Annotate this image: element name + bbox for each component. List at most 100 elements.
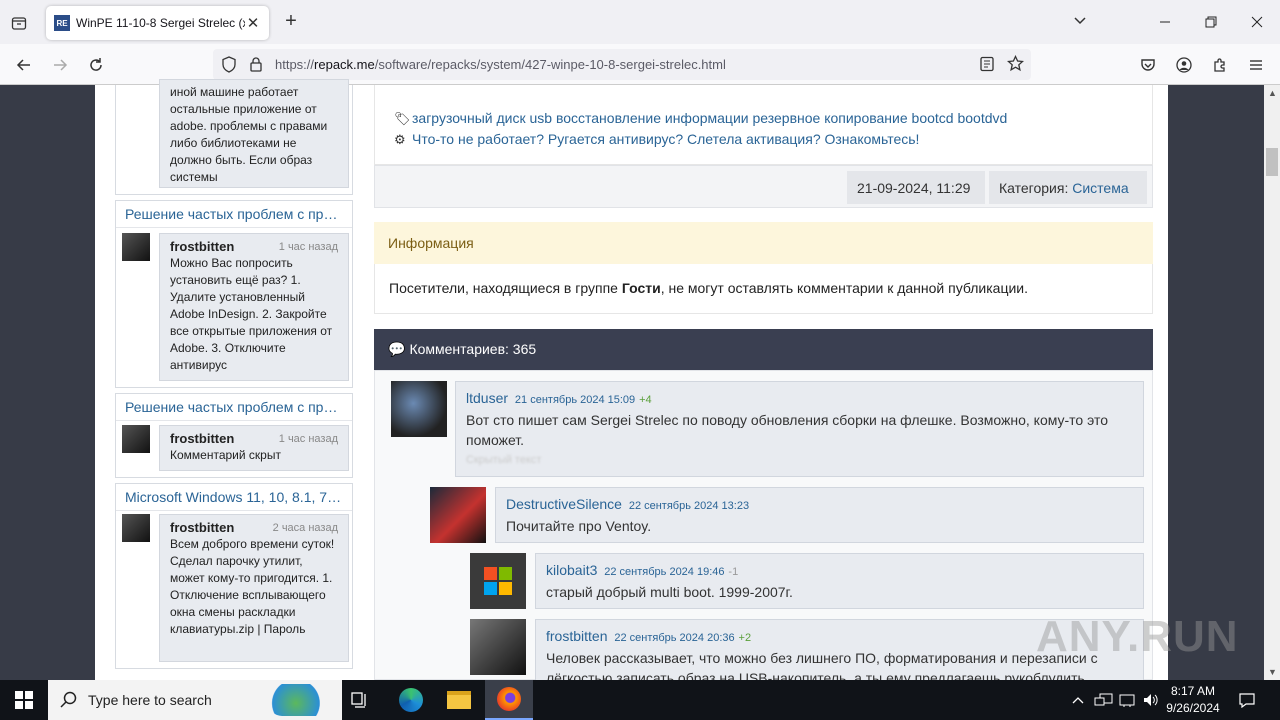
sidebar-comment-card: иной машине работает остальные приложени… bbox=[115, 79, 353, 195]
avatar[interactable] bbox=[470, 619, 526, 675]
avatar[interactable] bbox=[122, 233, 150, 261]
sidebar-comment-text: Комментарий скрыт bbox=[170, 448, 281, 462]
sidebar-comment-bubble: frostbitten 1 час назад Можно Вас попрос… bbox=[159, 233, 349, 381]
volume-icon[interactable] bbox=[1142, 680, 1160, 720]
info-group: Гости bbox=[621, 280, 661, 296]
comment-item: DestructiveSilence 22 сентябрь 2024 13:2… bbox=[495, 487, 1144, 543]
taskbar-search[interactable]: Type here to search bbox=[48, 680, 342, 720]
reload-icon[interactable] bbox=[83, 52, 109, 78]
sidebar-comment-text: Всем доброго времени суток! Сделал пароч… bbox=[170, 537, 335, 636]
tracking-shield-icon[interactable] bbox=[221, 56, 237, 76]
browser-tab-active[interactable]: RE WinPE 11-10-8 Sergei Strelec (x ✕ bbox=[46, 6, 269, 40]
comment-text: Почитайте про Ventoy. bbox=[506, 518, 652, 534]
pocket-icon[interactable] bbox=[1135, 52, 1161, 78]
extensions-icon[interactable] bbox=[1207, 52, 1233, 78]
avatar[interactable] bbox=[391, 381, 447, 437]
tab-title: WinPE 11-10-8 Sergei Strelec (x bbox=[76, 16, 245, 30]
comments-header: 💬 Комментариев: 365 bbox=[374, 329, 1153, 370]
scrollbar-thumb[interactable] bbox=[1266, 148, 1278, 176]
comment-user[interactable]: DestructiveSilence bbox=[506, 496, 622, 512]
anyrun-watermark: ANY.RUN bbox=[1036, 612, 1239, 661]
hidden-text-toggle[interactable]: Скрытый текст bbox=[466, 450, 1133, 470]
address-bar[interactable]: https://repack.me/software/repacks/syste… bbox=[213, 49, 1031, 80]
tab-close-icon[interactable]: ✕ bbox=[245, 14, 261, 32]
windows-taskbar: Type here to search 8:17 AM 9/26/2024 bbox=[0, 680, 1280, 720]
firefox-icon[interactable] bbox=[485, 680, 533, 720]
comment-date: 21 сентябрь 2024 15:09 bbox=[514, 394, 636, 406]
article-tags: 🏷загрузочный диск usb восстановление инф… bbox=[394, 108, 1007, 150]
notifications-icon[interactable] bbox=[1238, 680, 1256, 720]
url-text[interactable]: https://repack.me/software/repacks/syste… bbox=[275, 57, 726, 72]
file-explorer-icon[interactable] bbox=[435, 680, 483, 720]
category-link[interactable]: Система bbox=[1072, 180, 1128, 196]
edge-browser-icon[interactable] bbox=[387, 680, 435, 720]
account-icon[interactable] bbox=[1171, 52, 1197, 78]
sidebar-comment-time: 1 час назад bbox=[278, 433, 338, 445]
site-favicon-icon: RE bbox=[54, 15, 70, 31]
category-label: Категория: bbox=[999, 179, 1069, 196]
close-window-button[interactable] bbox=[1242, 10, 1272, 34]
back-button[interactable] bbox=[11, 52, 37, 78]
restore-button[interactable] bbox=[1196, 10, 1226, 34]
ethernet-icon[interactable] bbox=[1118, 680, 1136, 720]
app-menu-icon[interactable] bbox=[1243, 52, 1269, 78]
scroll-down-icon[interactable]: ▼ bbox=[1268, 667, 1277, 677]
sidebar-comment-text: иной машине работает остальные приложени… bbox=[159, 79, 349, 188]
info-heading: Информация bbox=[374, 222, 1153, 264]
tray-chevron-icon[interactable] bbox=[1071, 680, 1085, 720]
comment-date: 22 сентябрь 2024 13:23 bbox=[628, 500, 750, 512]
avatar[interactable] bbox=[470, 553, 526, 609]
tags-links[interactable]: загрузочный диск usb восстановление инфо… bbox=[412, 110, 1007, 126]
sidebar-comment-text: Можно Вас попросить установить ещё раз? … bbox=[170, 256, 333, 372]
comment-user[interactable]: kilobait3 bbox=[546, 562, 597, 578]
comment-rating[interactable]: +4 bbox=[639, 394, 652, 406]
bookmark-star-icon[interactable] bbox=[1006, 54, 1025, 75]
avatar[interactable] bbox=[122, 425, 150, 453]
windows-start-icon bbox=[15, 691, 33, 709]
comment-user[interactable]: frostbitten bbox=[546, 628, 607, 644]
new-tab-button[interactable]: + bbox=[280, 10, 302, 34]
avatar[interactable] bbox=[430, 487, 486, 543]
search-icon bbox=[60, 691, 77, 708]
scroll-up-icon[interactable]: ▲ bbox=[1268, 88, 1277, 98]
sidebar-comment-card: Решение частых проблем с продуктами Adob… bbox=[115, 393, 353, 478]
sidebar-comment-bubble: frostbitten 2 часа назад Всем доброго вр… bbox=[159, 514, 349, 662]
comment-item: ltduser 21 сентябрь 2024 15:09 +4 Вот ст… bbox=[455, 381, 1144, 477]
clock-date: 9/26/2024 bbox=[1166, 701, 1220, 715]
list-all-tabs-icon[interactable] bbox=[1072, 12, 1092, 32]
comment-text: старый добрый multi boot. 1999-2007г. bbox=[546, 584, 793, 600]
comment-item: kilobait3 22 сентябрь 2024 19:46 -1 стар… bbox=[535, 553, 1144, 609]
sidebar-comment-time: 2 часа назад bbox=[272, 522, 338, 534]
info-text: , не могут оставлять комментарии к данно… bbox=[660, 280, 1029, 296]
help-link[interactable]: Что-то не работает? Ругается антивирус? … bbox=[412, 131, 919, 147]
start-button[interactable] bbox=[0, 680, 48, 720]
forward-button[interactable] bbox=[47, 52, 73, 78]
minimize-button[interactable] bbox=[1150, 10, 1180, 34]
reader-view-icon[interactable] bbox=[979, 56, 995, 75]
comment-rating[interactable]: +2 bbox=[739, 632, 752, 644]
lock-icon[interactable] bbox=[249, 56, 263, 75]
tags-icon: 🏷 bbox=[394, 111, 411, 126]
task-view-icon[interactable] bbox=[336, 680, 384, 720]
sidebar-comment-card: Microsoft Windows 11, 10, 8.1, 7, XP fro… bbox=[115, 483, 353, 669]
taskbar-clock[interactable]: 8:17 AM 9/26/2024 bbox=[1160, 683, 1226, 717]
comment-user[interactable]: ltduser bbox=[466, 390, 508, 406]
comments-count: Комментариев: 365 bbox=[409, 341, 537, 357]
sidebar-card-title-link[interactable]: Решение частых проблем с продуктами Adob… bbox=[116, 201, 352, 228]
gears-icon: ⚙ bbox=[394, 132, 406, 147]
network-icon[interactable] bbox=[1094, 680, 1114, 720]
sidebar-card-title-link[interactable]: Microsoft Windows 11, 10, 8.1, 7, XP bbox=[116, 484, 352, 511]
info-message: Посетители, находящиеся в группе Гости, … bbox=[374, 264, 1153, 314]
windows-logo-icon bbox=[484, 567, 512, 595]
article-category: Категория: Система bbox=[989, 171, 1147, 204]
tab-list-icon[interactable] bbox=[8, 12, 30, 34]
clock-time: 8:17 AM bbox=[1170, 684, 1216, 698]
comments-icon: 💬 bbox=[388, 341, 406, 357]
page-scrollbar[interactable]: ▲ ▼ bbox=[1264, 85, 1280, 680]
comment-rating[interactable]: -1 bbox=[728, 566, 738, 578]
search-highlight-icon bbox=[268, 684, 330, 716]
sidebar-card-title-link[interactable]: Решение частых проблем с продуктами Adob… bbox=[116, 394, 352, 421]
sidebar-comment-time: 1 час назад bbox=[278, 241, 338, 253]
avatar[interactable] bbox=[122, 514, 150, 542]
comment-date: 22 сентябрь 2024 19:46 bbox=[604, 566, 725, 578]
